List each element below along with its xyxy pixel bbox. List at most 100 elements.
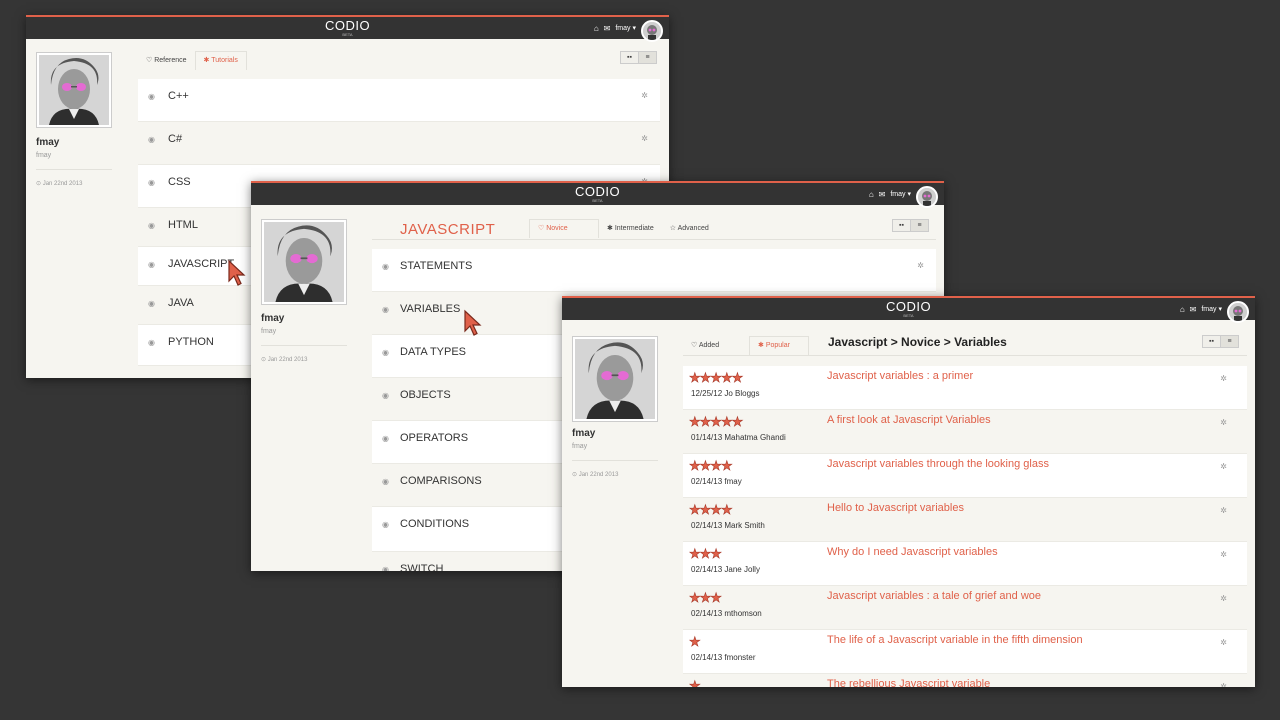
gear-icon[interactable]: ✲ [641,122,648,156]
table-row[interactable]: ★★★ 02/14/13 Jane Jolly Why do I need Ja… [683,542,1247,586]
profile-handle: fmay [36,152,52,159]
result-meta: 02/14/13 Mark Smith [691,521,765,530]
divider [683,355,1247,356]
gear-icon[interactable]: ✲ [1220,550,1227,559]
gear-icon[interactable]: ✲ [917,249,924,283]
table-row[interactable]: ★ The rebellious Javascript variable ✲ [683,674,1247,687]
user-avatar[interactable] [641,20,663,42]
tab-intermediate[interactable]: ✱ Intermediate [599,220,662,238]
mail-icon[interactable]: ✉ [604,24,611,33]
eye-icon: ◉ [382,477,389,486]
profile-photo-frame [261,219,347,305]
result-title-link[interactable]: The life of a Javascript variable in the… [827,634,1083,646]
profile-sidebar: fmay fmay ⊙ Jan 22nd 2013 [261,219,347,363]
user-menu[interactable]: fmay ▾ [890,190,911,198]
codio-logo[interactable]: CODIO BETA [575,184,620,203]
list-icon[interactable]: ≡ [910,220,928,231]
join-date: ⊙ Jan 22nd 2013 [572,472,619,478]
result-title-link[interactable]: A first look at Javascript Variables [827,414,991,426]
eye-icon: ◉ [382,305,389,314]
user-menu[interactable]: fmay ▾ [1201,305,1222,313]
eye-icon: ◉ [382,520,389,529]
list-item[interactable]: ◉ STATEMENTS ✲ [372,249,936,292]
top-navbar: CODIO BETA ⌂ ✉ fmay ▾ [26,15,669,42]
profile-handle: fmay [261,328,277,335]
eye-icon: ◉ [382,391,389,400]
mail-icon[interactable]: ✉ [879,190,886,199]
eye-icon: ◉ [148,135,155,144]
user-menu[interactable]: fmay ▾ [615,24,636,32]
result-meta: 01/14/13 Mahatma Ghandi [691,433,786,442]
divider [372,239,936,240]
table-row[interactable]: ★★★★★ 12/25/12 Jo Bloggs Javascript vari… [683,366,1247,410]
result-title-link[interactable]: Why do I need Javascript variables [827,546,998,558]
home-icon[interactable]: ⌂ [1180,305,1185,314]
profile-photo [264,222,344,302]
list-item[interactable]: ◉ C++ ✲ [138,79,660,122]
tab-advanced[interactable]: ☆ Advanced [662,220,717,238]
join-date: ⊙ Jan 22nd 2013 [261,357,308,363]
table-row[interactable]: ★★★★★ 01/14/13 Mahatma Ghandi A first lo… [683,410,1247,454]
result-meta: 02/14/13 Jane Jolly [691,565,760,574]
user-avatar[interactable] [1227,301,1249,323]
gear-icon[interactable]: ✲ [1220,506,1227,515]
language-heading: JAVASCRIPT [400,221,496,238]
star-rating-icon: ★ [689,634,701,650]
table-row[interactable]: ★ 02/14/13 fmonster The life of a Javasc… [683,630,1247,674]
join-date: ⊙ Jan 22nd 2013 [36,181,83,187]
gear-icon[interactable]: ✲ [641,79,648,113]
eye-icon: ◉ [148,366,155,378]
home-icon[interactable]: ⌂ [869,190,874,199]
tab-added[interactable]: ♡ Added [683,337,749,355]
list-icon[interactable]: ≡ [1220,336,1238,347]
results-panel: CODIO BETA ⌂ ✉ fmay ▾ fmay fmay ⊙ Jan 22n… [562,296,1255,687]
home-icon[interactable]: ⌂ [594,24,599,33]
list-item[interactable]: ◉ C# ✲ [138,122,660,165]
view-toggle: ▪▪ ≡ [892,219,929,232]
user-avatar[interactable] [916,186,938,208]
result-title-link[interactable]: The rebellious Javascript variable [827,678,990,687]
tab-novice[interactable]: ♡ Novice [529,219,599,238]
grid-icon[interactable]: ▪▪ [893,220,910,231]
view-toggle: ▪▪ ≡ [1202,335,1239,348]
profile-photo [39,55,109,125]
codio-logo[interactable]: CODIO BETA [886,299,931,318]
cursor-arrow-icon [464,309,482,336]
gear-icon[interactable]: ✲ [1220,418,1227,427]
gear-icon[interactable]: ✲ [1220,374,1227,383]
gear-icon[interactable]: ✲ [1220,638,1227,647]
list-icon[interactable]: ≡ [638,52,656,63]
result-meta: 12/25/12 Jo Bloggs [691,389,760,398]
result-meta: 02/14/13 mthomson [691,609,762,618]
eye-icon: ◉ [382,565,389,571]
result-title-link[interactable]: Javascript variables through the looking… [827,458,1049,470]
table-row[interactable]: ★★★ 02/14/13 mthomson Javascript variabl… [683,586,1247,630]
tab-popular[interactable]: ✱ Popular [749,336,809,355]
top-navbar: CODIO BETA ⌂ ✉ fmay ▾ [251,181,944,208]
result-title-link[interactable]: Javascript variables : a primer [827,370,973,382]
grid-icon[interactable]: ▪▪ [1203,336,1220,347]
star-rating-icon: ★★★★★ [689,414,744,430]
table-row[interactable]: ★★★★ 02/14/13 Mark Smith Hello to Javasc… [683,498,1247,542]
divider [572,460,658,461]
result-title-link[interactable]: Javascript variables : a tale of grief a… [827,590,1041,602]
results-list: ★★★★★ 12/25/12 Jo Bloggs Javascript vari… [683,366,1247,687]
cursor-arrow-icon [228,259,246,286]
profile-photo-frame [36,52,112,128]
eye-icon: ◉ [148,260,155,269]
tab-tutorials[interactable]: ✱ Tutorials [194,51,247,70]
gear-icon[interactable]: ✲ [1220,594,1227,603]
profile-name: fmay [572,428,596,439]
eye-icon: ◉ [382,434,389,443]
profile-name: fmay [261,313,285,324]
star-rating-icon: ★★★ [689,590,723,606]
tab-reference[interactable]: ♡ Reference [138,52,195,70]
star-rating-icon: ★★★ [689,546,723,562]
gear-icon[interactable]: ✲ [1220,682,1227,687]
gear-icon[interactable]: ✲ [1220,462,1227,471]
table-row[interactable]: ★★★★ 02/14/13 fmay Javascript variables … [683,454,1247,498]
grid-icon[interactable]: ▪▪ [621,52,638,63]
mail-icon[interactable]: ✉ [1190,305,1197,314]
codio-logo[interactable]: CODIO BETA [325,18,370,37]
result-title-link[interactable]: Hello to Javascript variables [827,502,964,514]
